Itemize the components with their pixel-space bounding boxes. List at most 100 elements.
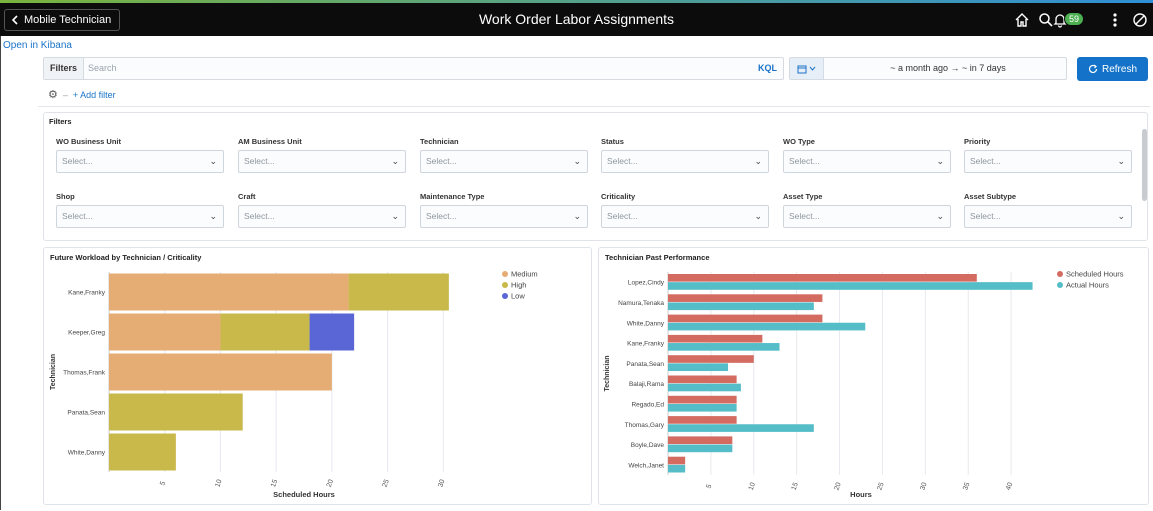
notification-count-badge: 59	[1064, 12, 1085, 26]
filter-select-value: Select...	[244, 211, 275, 221]
filter-wo-type: WO Type Select... ⌄	[783, 137, 951, 173]
y-axis-label: Technician	[604, 355, 611, 391]
filter-label: WO Type	[783, 137, 815, 146]
filter-select[interactable]: Select... ⌄	[56, 205, 224, 228]
y-tick-label: Panata,Sean	[67, 410, 105, 417]
gear-icon[interactable]: ⚙	[48, 88, 58, 101]
filter-select-value: Select...	[426, 211, 457, 221]
kql-toggle[interactable]: KQL	[758, 58, 777, 79]
search-input[interactable]: Search	[88, 58, 117, 79]
filter-priority: Priority Select... ⌄	[964, 137, 1132, 173]
bar-actual-hours	[668, 444, 733, 453]
legend-swatch	[502, 293, 508, 299]
x-axis-label: Hours	[850, 490, 872, 499]
x-tick-label: 30	[919, 482, 928, 492]
chevron-down-icon: ⌄	[209, 156, 217, 166]
x-tick-label: 20	[834, 482, 843, 492]
filter-select[interactable]: Select... ⌄	[964, 205, 1132, 228]
bar-scheduled-hours	[668, 355, 754, 363]
open-in-kibana-link[interactable]: Open in Kibana	[3, 40, 72, 51]
filter-label: Technician	[420, 137, 459, 146]
back-button[interactable]: Mobile Technician	[4, 9, 121, 31]
date-range-text[interactable]: ~ a month ago → ~ in 7 days	[830, 58, 1066, 79]
bar-high	[109, 393, 243, 431]
legend-swatch	[1057, 271, 1063, 277]
chevron-down-icon: ⌄	[936, 211, 944, 221]
filter-label: Asset Type	[783, 192, 823, 201]
left-border	[0, 36, 1, 510]
past-performance-chart: Technician Past Performance 5 10 15 20 25 30 35…	[604, 253, 1124, 499]
x-tick-label: 40	[1005, 482, 1014, 492]
home-icon[interactable]	[1012, 10, 1032, 30]
chevron-down-icon: ⌄	[754, 211, 762, 221]
filter-select[interactable]: Select... ⌄	[238, 150, 406, 173]
sign-out-icon[interactable]	[1130, 10, 1150, 30]
filter-am-business-unit: AM Business Unit Select... ⌄	[238, 137, 406, 173]
filter-select[interactable]: Select... ⌄	[601, 205, 769, 228]
query-bar: Filters Search KQL	[43, 57, 784, 80]
more-actions-icon[interactable]	[1105, 10, 1125, 30]
y-tick-label: Lopez,Cindy	[628, 280, 665, 287]
x-tick-label: 35	[962, 482, 971, 492]
bar-scheduled-hours	[668, 274, 977, 282]
legend-label: Low	[511, 292, 525, 301]
bar-actual-hours	[668, 403, 737, 412]
filter-technician: Technician Select... ⌄	[420, 137, 588, 173]
filter-wo-business-unit: WO Business Unit Select... ⌄	[56, 137, 224, 173]
chevron-down-icon: ⌄	[391, 156, 399, 166]
filter-label: Priority	[964, 137, 991, 146]
past-performance-panel: Technician Past Performance 5 10 15 20 25 30 35…	[598, 247, 1149, 505]
chevron-down-icon: ⌄	[1117, 211, 1125, 221]
legend-swatch	[502, 271, 508, 277]
y-tick-label: Boyle,Dave	[631, 442, 665, 449]
filter-shop: Shop Select... ⌄	[56, 192, 224, 228]
page-title: Work Order Labor Assignments	[478, 11, 675, 27]
chevron-left-icon	[11, 15, 18, 25]
y-tick-label: Welch,Janet	[628, 462, 664, 469]
legend-label: Actual Hours	[1066, 281, 1109, 290]
chart-title: Future Workload by Technician / Critical…	[50, 253, 202, 262]
filter-select-value: Select...	[607, 156, 638, 166]
x-tick-label: 30	[437, 479, 446, 489]
legend-label: Medium	[511, 270, 538, 279]
refresh-button[interactable]: Refresh	[1077, 57, 1148, 81]
add-filter-link[interactable]: + Add filter	[73, 90, 116, 100]
filter-select[interactable]: Select... ⌄	[964, 150, 1132, 173]
chevron-down-icon: ⌄	[573, 211, 581, 221]
filter-craft: Craft Select... ⌄	[238, 192, 406, 228]
filter-select[interactable]: Select... ⌄	[601, 150, 769, 173]
filter-select[interactable]: Select... ⌄	[420, 150, 588, 173]
filter-select-value: Select...	[244, 156, 275, 166]
filter-select-value: Select...	[789, 211, 820, 221]
legend-label: Scheduled Hours	[1066, 270, 1124, 279]
filter-select[interactable]: Select... ⌄	[783, 205, 951, 228]
filter-select[interactable]: Select... ⌄	[238, 205, 406, 228]
bar-medium	[109, 313, 221, 351]
bar-scheduled-hours	[668, 334, 763, 343]
bar-actual-hours	[668, 383, 741, 392]
filter-select[interactable]: Select... ⌄	[56, 150, 224, 173]
filter-asset-type: Asset Type Select... ⌄	[783, 192, 951, 228]
calendar-quick-select[interactable]	[790, 58, 824, 79]
x-tick-label: 20	[326, 479, 335, 489]
chevron-down-icon: ⌄	[209, 211, 217, 221]
y-tick-label: Kane,Franky	[68, 290, 106, 297]
x-tick-label: 25	[876, 482, 885, 492]
chevron-down-icon: ⌄	[391, 211, 399, 221]
y-tick-label: Balaji,Rama	[629, 381, 664, 388]
divider-dash: –	[62, 89, 68, 100]
scrollbar[interactable]	[1142, 129, 1147, 201]
bar-medium	[109, 353, 332, 391]
filter-select-value: Select...	[607, 211, 638, 221]
back-button-label: Mobile Technician	[24, 14, 112, 26]
chevron-down-icon	[809, 66, 816, 71]
filter-select[interactable]: Select... ⌄	[420, 205, 588, 228]
bar-scheduled-hours	[668, 456, 686, 465]
filters-label[interactable]: Filters	[44, 58, 84, 79]
filter-select[interactable]: Select... ⌄	[783, 150, 951, 173]
filter-select-value: Select...	[62, 156, 93, 166]
y-tick-label: White,Danny	[627, 320, 665, 327]
chart-title: Technician Past Performance	[605, 253, 709, 262]
legend-label: High	[511, 281, 526, 290]
future-workload-panel: Future Workload by Technician / Critical…	[43, 247, 592, 505]
